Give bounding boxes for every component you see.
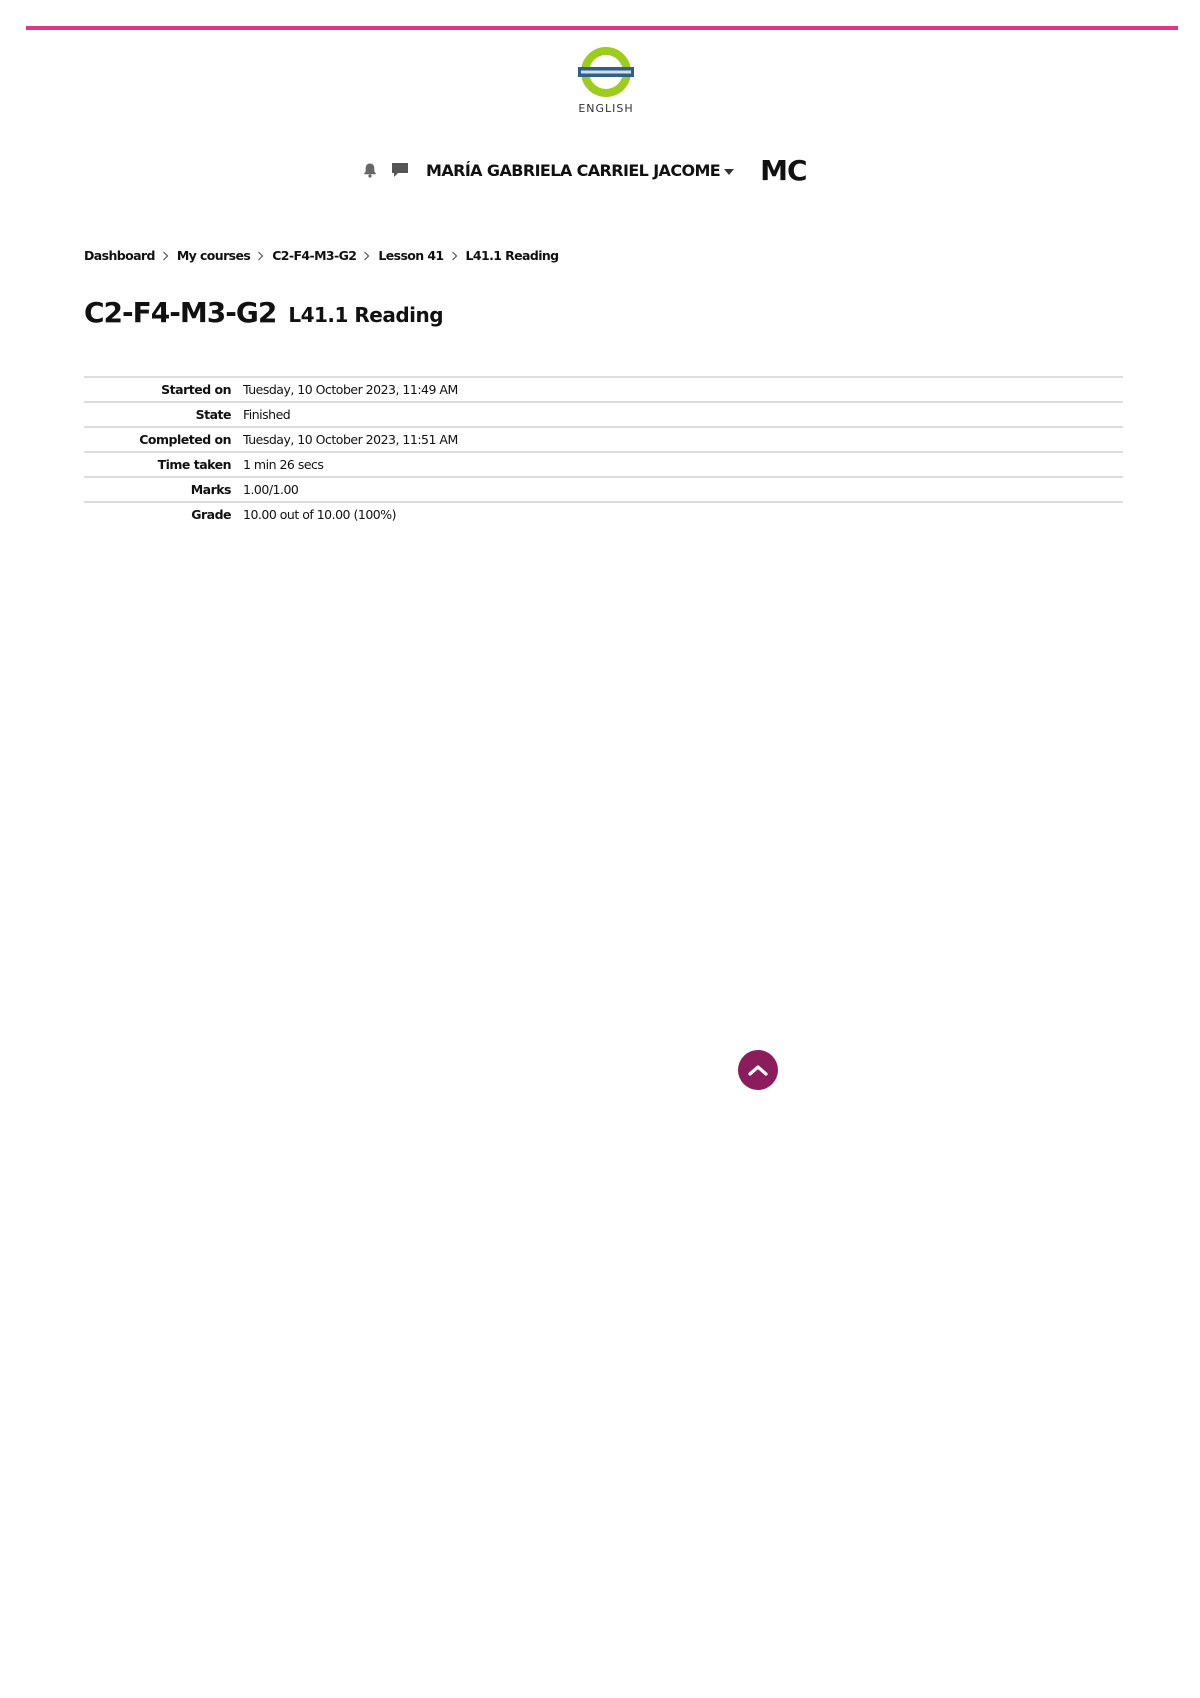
row-value-grade: 10.00 out of 10.00 (100%) — [243, 507, 396, 522]
row-label-marks: Marks — [190, 482, 232, 497]
user-menu-toggle[interactable]: MARÍA GABRIELA CARRIEL JACOME — [426, 160, 735, 180]
breadcrumb-lesson[interactable]: Lesson 41 — [378, 248, 444, 263]
row-label-state: State — [195, 407, 232, 422]
chevron-right-icon — [451, 251, 457, 260]
table-row: State Finished — [84, 402, 1123, 427]
row-label-grade: Grade — [191, 507, 231, 522]
chat-icon[interactable] — [390, 160, 410, 180]
table-row: Time taken 1 min 26 secs — [84, 452, 1123, 477]
avatar[interactable]: MC — [760, 154, 807, 187]
user-menu-bar: MARÍA GABRIELA CARRIEL JACOME MC — [360, 150, 808, 190]
table-row: Completed on Tuesday, 10 October 2023, 1… — [84, 427, 1123, 452]
chevron-up-icon — [748, 1065, 768, 1076]
logo-wordmark: ENGLISH — [578, 102, 634, 115]
page-title: C2-F4-M3-G2 L41.1 Reading — [84, 296, 444, 329]
table-row: Marks 1.00/1.00 — [84, 477, 1123, 502]
caret-down-icon — [724, 169, 735, 175]
course-name: C2-F4-M3-G2 — [84, 296, 277, 329]
top-accent-rule — [26, 26, 1178, 30]
chevron-right-icon — [258, 251, 264, 260]
chevron-right-icon — [364, 251, 370, 260]
back-to-top-button[interactable] — [738, 1050, 778, 1090]
logo-ring-icon — [578, 47, 634, 97]
user-name: MARÍA GABRIELA CARRIEL JACOME — [426, 160, 721, 180]
chevron-right-icon — [162, 251, 169, 260]
breadcrumb-dashboard[interactable]: Dashboard — [84, 248, 155, 263]
breadcrumb: Dashboard My courses C2-F4-M3-G2 Lesson … — [84, 248, 559, 263]
table-row: Started on Tuesday, 10 October 2023, 11:… — [84, 377, 1123, 402]
row-label-completed-on: Completed on — [139, 432, 231, 447]
row-value-time-taken: 1 min 26 secs — [243, 457, 324, 472]
row-label-started-on: Started on — [161, 382, 231, 397]
row-value-marks: 1.00/1.00 — [243, 482, 299, 497]
attempt-summary-table: Started on Tuesday, 10 October 2023, 11:… — [84, 376, 1123, 526]
breadcrumb-course[interactable]: C2-F4-M3-G2 — [272, 248, 357, 263]
table-row: Grade 10.00 out of 10.00 (100%) — [84, 502, 1123, 526]
bell-icon[interactable] — [360, 160, 380, 180]
row-value-started-on: Tuesday, 10 October 2023, 11:49 AM — [243, 382, 458, 397]
activity-name: L41.1 Reading — [288, 303, 444, 327]
breadcrumb-my-courses[interactable]: My courses — [177, 248, 251, 263]
site-logo[interactable]: ENGLISH — [571, 46, 641, 116]
breadcrumb-activity[interactable]: L41.1 Reading — [466, 248, 560, 263]
row-value-completed-on: Tuesday, 10 October 2023, 11:51 AM — [243, 432, 458, 447]
row-label-time-taken: Time taken — [157, 457, 232, 472]
row-value-state: Finished — [243, 407, 291, 422]
